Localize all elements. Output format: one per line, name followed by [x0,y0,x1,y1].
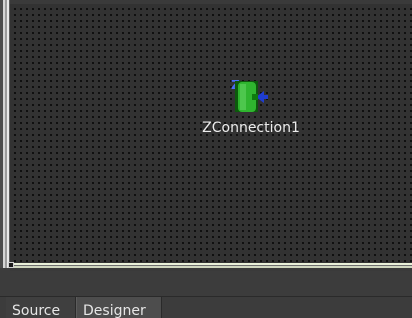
zconnection-component[interactable]: Z [230,78,270,114]
component-name-label: ZConnection1 [202,120,300,136]
form-bottom-border [10,263,412,271]
tab-source[interactable]: Source [6,297,76,318]
form-resize-handle[interactable] [8,262,14,268]
tab-designer[interactable]: Designer [76,297,162,318]
form-left-border [0,0,10,268]
zconnection-icon: Z [231,78,268,112]
